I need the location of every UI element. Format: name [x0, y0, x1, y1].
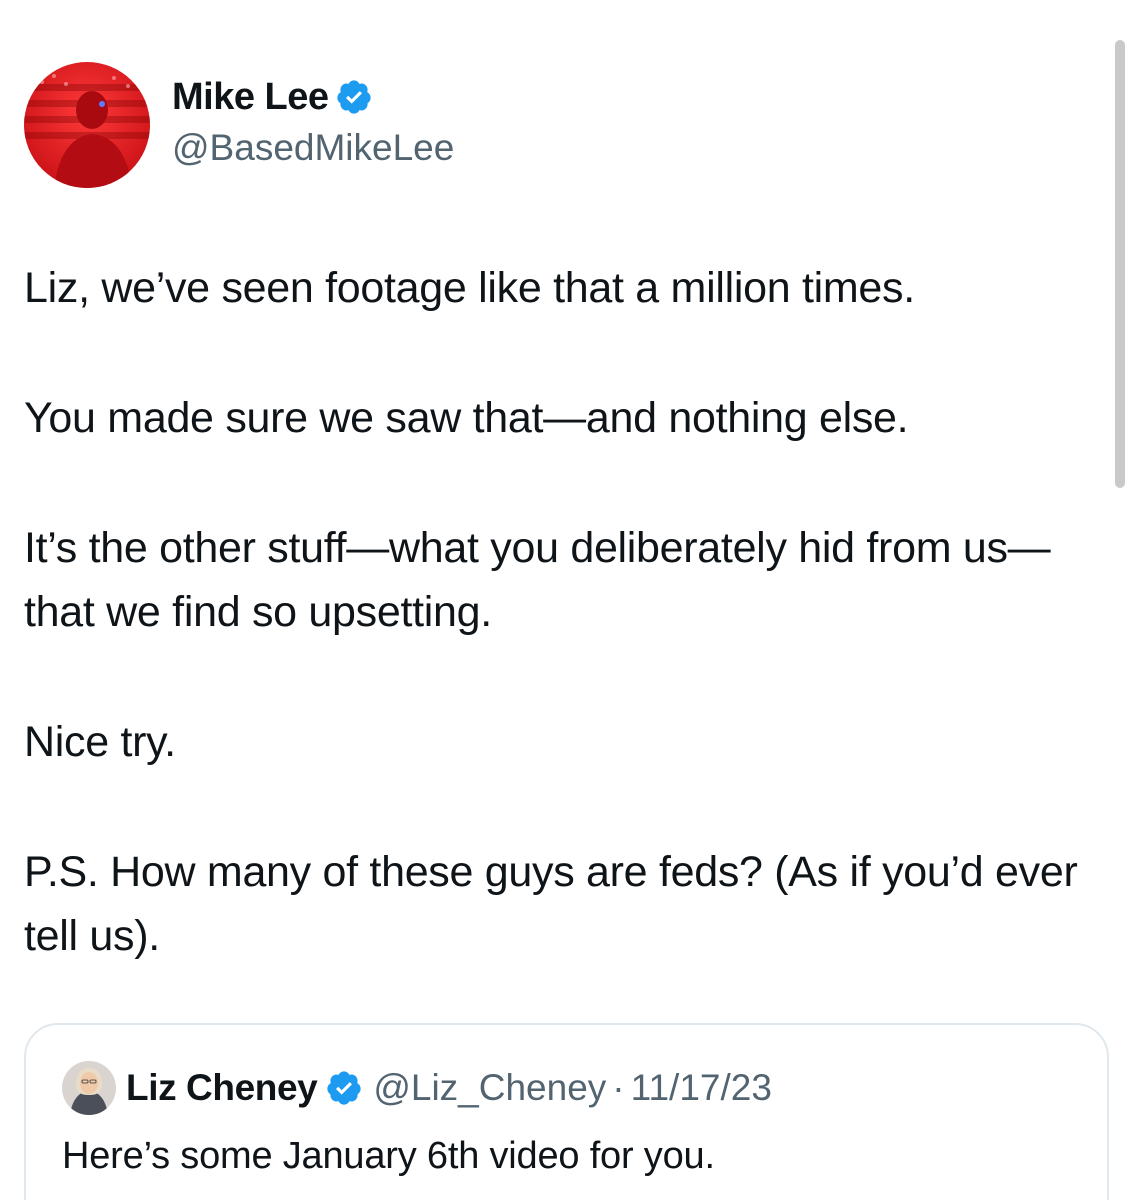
quoted-tweet-date[interactable]: 11/17/23: [631, 1067, 772, 1109]
quoted-author-avatar: [62, 1061, 116, 1115]
tweet-paragraph: Liz, we’ve seen footage like that a mill…: [24, 264, 915, 312]
tweet-paragraph: It’s the other stuff—what you deliberate…: [24, 524, 1051, 636]
tweet-paragraph: P.S. How many of these guys are feds? (A…: [24, 848, 1078, 960]
quoted-author-handle[interactable]: @Liz_Cheney: [373, 1067, 606, 1109]
tweet-header: Mike Lee @BasedMikeLee: [24, 62, 454, 188]
author-handle[interactable]: @BasedMikeLee: [172, 123, 454, 173]
quoted-tweet-header: Liz Cheney @Liz_Cheney · 11/17/23: [62, 1061, 772, 1115]
tweet-paragraph: Nice try.: [24, 718, 176, 766]
tweet-body: Liz, we’ve seen footage like that a mill…: [24, 256, 1109, 1034]
verified-badge-icon[interactable]: [325, 1069, 363, 1107]
separator-dot: ·: [612, 1067, 625, 1108]
quoted-author-name[interactable]: Liz Cheney: [126, 1067, 318, 1109]
tweet-paragraph: You made sure we saw that—and nothing el…: [24, 394, 909, 442]
quoted-tweet-card[interactable]: Liz Cheney @Liz_Cheney · 11/17/23 Here’s…: [24, 1023, 1109, 1200]
quoted-tweet-text: Here’s some January 6th video for you.: [62, 1135, 715, 1177]
author-display-name[interactable]: Mike Lee: [172, 73, 329, 121]
avatar[interactable]: [24, 62, 150, 188]
author-name-row: Mike Lee: [172, 73, 454, 121]
scrollbar[interactable]: [1115, 40, 1125, 488]
verified-badge-icon[interactable]: [335, 78, 373, 116]
author-info: Mike Lee @BasedMikeLee: [172, 73, 454, 173]
